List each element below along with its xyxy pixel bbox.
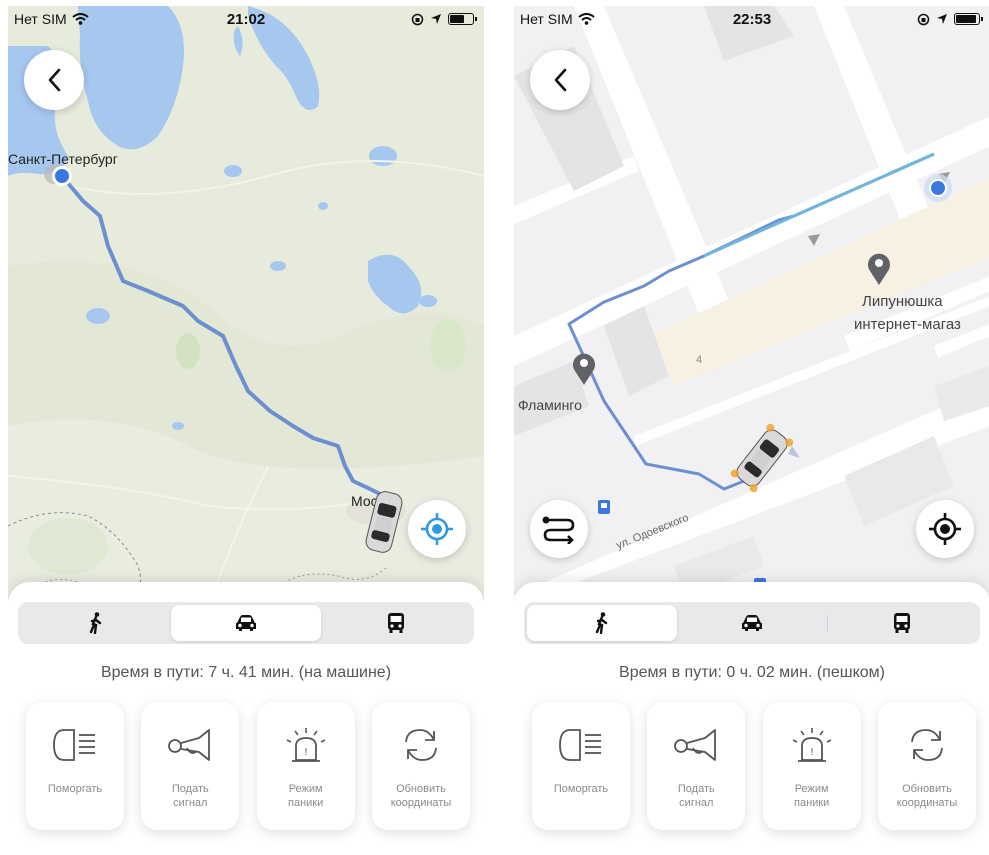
panic-mode-label: Режим паники <box>794 783 830 809</box>
refresh-icon <box>405 729 437 761</box>
bottom-sheet: Время в пути: 0 ч. 02 мин. (пешком) Помо… <box>514 582 989 849</box>
headlight-icon <box>559 729 601 761</box>
car-icon <box>236 615 256 631</box>
horn-icon <box>168 729 211 761</box>
battery-icon <box>448 13 477 25</box>
crosshair-icon <box>929 513 961 545</box>
route-toggle-button[interactable] <box>530 500 588 558</box>
panic-mode-button[interactable]: ! Режим паники <box>256 702 355 830</box>
clock: 22:53 <box>732 10 772 28</box>
siren-icon: ! <box>286 728 326 762</box>
horn-label: Подать сигнал <box>677 783 715 809</box>
tab-bus[interactable] <box>321 605 471 641</box>
wifi-icon <box>578 13 595 25</box>
refresh-coordinates-button[interactable]: Обновить координаты <box>371 702 470 830</box>
refresh-coordinates-label: Обновить координаты <box>896 783 958 809</box>
wifi-icon <box>72 13 89 25</box>
tab-car[interactable] <box>677 605 827 641</box>
refresh-icon <box>911 729 943 761</box>
poi-label-shop-line1: Липунюшка <box>862 293 943 310</box>
panic-mode-button[interactable]: ! Режим паники <box>762 702 861 830</box>
chevron-left-icon <box>554 68 567 92</box>
svg-text:!: ! <box>810 747 813 758</box>
tab-car[interactable] <box>171 605 321 641</box>
flash-lights-button[interactable]: Поморгать <box>26 702 124 830</box>
bottom-sheet: Время в пути: 7 ч. 41 мин. (на машине) П… <box>8 582 484 849</box>
headlight-icon <box>53 729 95 761</box>
transport-mode-selector <box>18 602 474 644</box>
action-buttons: Поморгать Подать сигнал ! Режим паники О… <box>532 702 976 830</box>
walking-person-icon <box>595 612 608 634</box>
bus-icon <box>894 613 910 633</box>
bus-icon <box>388 613 404 633</box>
horn-button[interactable]: Подать сигнал <box>647 702 746 830</box>
house-number-label: 4 <box>696 354 702 366</box>
route-icon <box>542 516 575 544</box>
horn-icon <box>674 729 717 761</box>
status-bar: Нет SIM 22:53 <box>514 6 989 32</box>
city-label-start: Санкт-Петербург <box>8 151 118 167</box>
tab-bus[interactable] <box>827 605 977 641</box>
svg-text:!: ! <box>304 747 307 758</box>
walking-person-icon <box>89 612 102 634</box>
carrier-label: Нет SIM <box>14 11 67 27</box>
siren-icon: ! <box>792 728 832 762</box>
my-location-button[interactable] <box>916 500 974 558</box>
carrier-label: Нет SIM <box>520 11 573 27</box>
screen-walk-route: Липунюшка интернет-магаз Фламинго 4 ул. … <box>514 6 989 849</box>
travel-time-label: Время в пути: 7 ч. 41 мин. (на машине) <box>100 664 392 681</box>
horn-button[interactable]: Подать сигнал <box>141 702 240 830</box>
transport-mode-selector <box>524 602 980 644</box>
panic-mode-label: Режим паники <box>288 783 324 809</box>
action-buttons: Поморгать Подать сигнал ! Режим паники О… <box>26 702 470 830</box>
flash-lights-label: Поморгать <box>553 783 609 795</box>
status-bar: Нет SIM 21:02 <box>8 6 484 32</box>
back-button[interactable] <box>530 50 590 110</box>
crosshair-icon <box>421 513 453 545</box>
my-location-button[interactable] <box>408 500 466 558</box>
car-icon <box>742 615 762 631</box>
poi-label-flamingo: Фламинго <box>518 397 582 413</box>
horn-label: Подать сигнал <box>171 783 209 809</box>
back-button[interactable] <box>24 50 84 110</box>
location-arrow-icon <box>431 14 441 24</box>
tab-walk[interactable] <box>527 605 677 641</box>
tab-walk[interactable] <box>21 605 171 641</box>
battery-icon <box>954 13 983 25</box>
segment-divider <box>827 615 828 631</box>
flash-lights-label: Поморгать <box>47 783 103 795</box>
refresh-coordinates-button[interactable]: Обновить координаты <box>877 702 976 830</box>
orientation-lock-icon <box>411 13 424 25</box>
orientation-lock-icon <box>917 13 930 25</box>
refresh-coordinates-label: Обновить координаты <box>390 783 452 809</box>
screen-car-route: Санкт-Петербург Москва Нет SIM 21:02 Вре… <box>8 6 484 849</box>
location-arrow-icon <box>937 14 947 24</box>
clock: 21:02 <box>226 10 266 28</box>
my-location-icon <box>931 181 945 195</box>
flash-lights-button[interactable]: Поморгать <box>532 702 630 830</box>
travel-time-label: Время в пути: 0 ч. 02 мин. (пешком) <box>619 664 885 681</box>
poi-label-shop-line2: интернет-магаз <box>854 316 961 333</box>
chevron-left-icon <box>48 68 61 92</box>
